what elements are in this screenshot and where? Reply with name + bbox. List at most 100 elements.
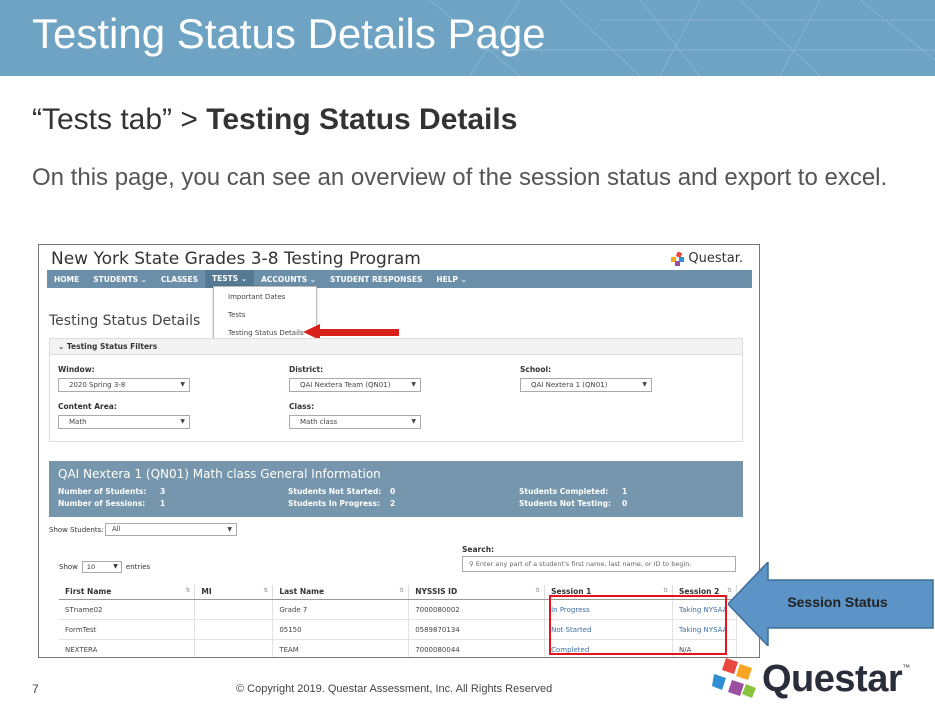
slide-description: On this page, you can see an overview of… (32, 164, 888, 191)
cell-nyssis-id: 7000080044 (408, 639, 546, 657)
sort-icon: ⇅ (399, 587, 405, 594)
show-label: Show (59, 563, 78, 571)
content-area-value: Math (69, 418, 87, 426)
entries-value: 10 (86, 563, 96, 571)
questar-logo-icon (712, 658, 756, 698)
copyright-text: © Copyright 2019. Questar Assessment, In… (236, 683, 553, 695)
chevron-down-icon: ▼ (180, 381, 185, 388)
col-last-name[interactable]: Last Name ⇅ (272, 585, 410, 600)
window-value: 2020 Spring 3-8 (69, 381, 126, 389)
search-icon: ⚲ (469, 560, 476, 568)
sort-icon: ⇅ (263, 587, 269, 594)
cell-nyssis-id: 0589870134 (408, 619, 546, 640)
class-value: Math class (300, 418, 338, 426)
info-title: QAI Nextera 1 (QN01) Math class General … (58, 467, 381, 481)
general-information-panel: QAI Nextera 1 (QN01) Math class General … (49, 461, 743, 517)
district-select[interactable]: QAI Nextera Team (QN01) ▼ (289, 378, 421, 392)
chevron-down-icon: ▼ (227, 526, 232, 533)
nav-classes[interactable]: CLASSES (154, 275, 205, 284)
cell-first-name: STname02 (59, 599, 196, 620)
cell-nyssis-id: 7000080002 (408, 599, 546, 620)
questar-footer-logo: Questar ™ (712, 656, 910, 702)
chevron-down-icon: ▼ (411, 418, 416, 425)
nav-home[interactable]: HOME (47, 275, 86, 284)
menu-item-important-dates[interactable]: Important Dates (228, 293, 285, 301)
cell-mi (194, 619, 274, 640)
col-first-name[interactable]: First Name ⇅ (59, 585, 196, 600)
breadcrumb: “Tests tab” > Testing Status Details (32, 103, 517, 137)
not-started-value: 0 (390, 487, 396, 496)
not-testing-value: 0 (622, 499, 628, 508)
testing-status-filters: ⌄ Testing Status Filters Window: 2020 Sp… (49, 338, 743, 442)
school-value: QAI Nextera 1 (QN01) (531, 381, 608, 389)
window-select[interactable]: 2020 Spring 3-8 ▼ (58, 378, 190, 392)
search-placeholder: Enter any part of a student's first name… (475, 560, 692, 568)
nav-help[interactable]: HELP ⌄ (429, 275, 474, 284)
title-banner: Testing Status Details Page (0, 0, 935, 76)
questar-logo-text: Questar (762, 657, 903, 700)
app-logo-text: Questar. (688, 251, 743, 266)
app-logo: Questar. (671, 251, 743, 266)
app-title: New York State Grades 3-8 Testing Progra… (51, 249, 421, 269)
district-value: QAI Nextera Team (QN01) (300, 381, 391, 389)
trademark-symbol: ™ (902, 662, 911, 672)
sort-icon: ⇅ (535, 587, 541, 594)
app-screenshot: New York State Grades 3-8 Testing Progra… (38, 244, 760, 658)
breadcrumb-current: Testing Status Details (206, 103, 518, 136)
chevron-down-icon: ▼ (113, 563, 118, 570)
class-label: Class: (289, 402, 315, 411)
chevron-down-icon: ▼ (180, 418, 185, 425)
district-label: District: (289, 365, 324, 374)
menu-item-tests[interactable]: Tests (228, 311, 245, 319)
menu-item-testing-status-details[interactable]: Testing Status Details (228, 329, 304, 337)
cell-last-name: Grade 7 (272, 599, 410, 620)
in-progress-label: Students In Progress: (288, 499, 380, 508)
school-select[interactable]: QAI Nextera 1 (QN01) ▼ (520, 378, 652, 392)
red-pointer-arrow-shaft (319, 329, 399, 336)
nav-accounts[interactable]: ACCOUNTS ⌄ (254, 275, 323, 284)
search-label: Search: (462, 545, 495, 554)
class-select[interactable]: Math class ▼ (289, 415, 421, 429)
window-label: Window: (58, 365, 95, 374)
page-number: 7 (32, 682, 39, 696)
slide-title: Testing Status Details Page (32, 10, 546, 57)
cell-mi (194, 599, 274, 620)
completed-label: Students Completed: (519, 487, 609, 496)
not-started-label: Students Not Started: (288, 487, 382, 496)
num-students-value: 3 (160, 487, 166, 496)
cell-first-name: FormTest (59, 619, 196, 640)
nav-student-responses[interactable]: STUDENT RESPONSES (323, 275, 429, 284)
breadcrumb-prefix: “Tests tab” > (32, 103, 207, 136)
show-entries-control: Show 10 ▼ entries (59, 561, 150, 573)
num-sessions-label: Number of Sessions: (58, 499, 146, 508)
completed-value: 1 (622, 487, 628, 496)
main-nav: HOME STUDENTS ⌄ CLASSES TESTS ⌄ ACCOUNTS… (47, 270, 752, 288)
tests-dropdown-menu: Important Dates Tests Testing Status Det… (213, 286, 317, 346)
search-input[interactable]: ⚲ Enter any part of a student's first na… (462, 556, 736, 572)
school-label: School: (520, 365, 552, 374)
entries-label: entries (125, 563, 151, 571)
col-mi[interactable]: MI ⇅ (194, 585, 274, 600)
col-nyssis-id[interactable]: NYSSIS ID ⇅ (408, 585, 546, 600)
questar-logo-icon (671, 251, 685, 266)
entries-select[interactable]: 10 ▼ (81, 561, 122, 573)
cell-last-name: 05150 (272, 619, 410, 640)
num-sessions-value: 1 (160, 499, 166, 508)
cell-mi (194, 639, 274, 657)
content-area-select[interactable]: Math ▼ (58, 415, 190, 429)
num-students-label: Number of Students: (58, 487, 147, 496)
nav-students[interactable]: STUDENTS ⌄ (86, 275, 154, 284)
session-status-callout: Session Status (787, 594, 888, 610)
not-testing-label: Students Not Testing: (519, 499, 611, 508)
cell-first-name: NEXTERA (59, 639, 196, 657)
show-students-select[interactable]: All ▼ (105, 523, 237, 536)
content-area-label: Content Area: (58, 402, 117, 411)
show-students-value: All (112, 525, 121, 533)
sort-icon: ⇅ (662, 587, 668, 594)
filters-header[interactable]: ⌄ Testing Status Filters (50, 339, 742, 355)
chevron-down-icon: ▼ (642, 381, 647, 388)
show-students-label: Show Students: (49, 526, 104, 534)
session-status-highlight-box (549, 595, 727, 655)
page-heading: Testing Status Details (49, 313, 201, 329)
chevron-down-icon: ▼ (411, 381, 416, 388)
